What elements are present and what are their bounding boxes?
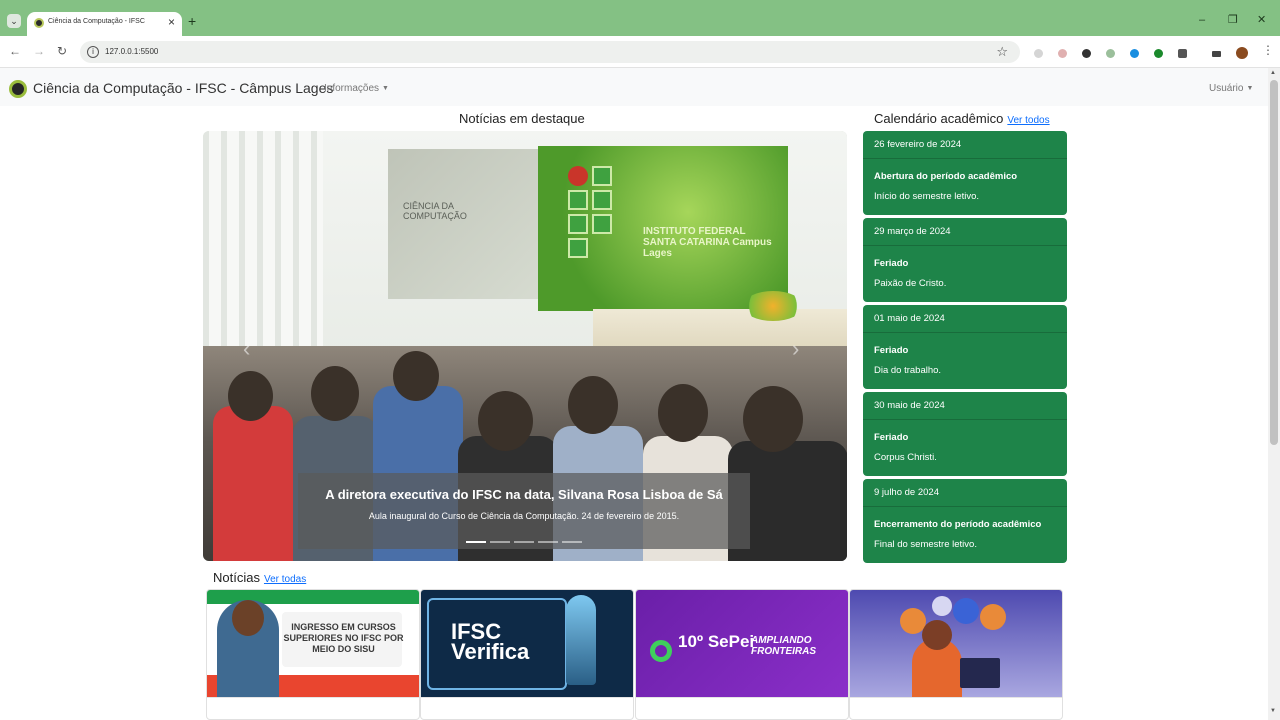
event-desc: Final do semestre letivo. (874, 539, 977, 550)
reading-list-icon[interactable] (1212, 51, 1221, 57)
slide-caption: A diretora executiva do IFSC na data, Si… (298, 473, 750, 549)
sepei-logo-icon (650, 640, 672, 662)
news-image-text: INGRESSO EM CURSOS SUPERIORES NO IFSC PO… (283, 622, 404, 654)
reload-icon[interactable]: ↻ (57, 45, 67, 57)
ifsc-logo-icon[interactable] (9, 80, 27, 98)
news-card-body (636, 697, 848, 719)
browser-toolbar: ← → ↻ i 127.0.0.1:5500 ☆ ⋮ (0, 36, 1280, 68)
news-image-text-2: AMPLIANDO FRONTEIRAS (751, 635, 816, 657)
download-icon[interactable] (1154, 49, 1163, 58)
carousel-next-icon[interactable]: › (792, 336, 799, 362)
news-image[interactable]: INGRESSO EM CURSOS SUPERIORES NO IFSC PO… (207, 590, 419, 697)
event-date: 30 maio de 2024 (874, 400, 945, 411)
tab-close-icon[interactable]: × (168, 15, 175, 29)
news-card-body (421, 697, 633, 719)
calendar-event-card[interactable]: 29 março de 2024 Feriado Paixão de Crist… (863, 218, 1067, 302)
back-icon[interactable]: ← (9, 45, 21, 57)
slide-title: A diretora executiva do IFSC na data, Si… (325, 487, 723, 502)
whatsapp-bubble-icon (980, 604, 1006, 630)
menu-usuario[interactable]: Usuário ▼ (1209, 83, 1253, 94)
carousel-indicator[interactable] (538, 541, 558, 543)
extension-icon[interactable] (1130, 49, 1139, 58)
calendar-event-card[interactable]: 9 julho de 2024 Encerramento do período … (863, 479, 1067, 563)
calendar-event-card[interactable]: 01 maio de 2024 Feriado Dia do trabalho. (863, 305, 1067, 389)
tab-favicon-icon (34, 18, 44, 28)
event-desc: Dia do trabalho. (874, 365, 942, 376)
event-desc: Paixão de Cristo. (874, 278, 947, 289)
restore-icon[interactable]: ❐ (1228, 14, 1238, 26)
event-name: Feriado (874, 432, 909, 443)
browser-tab[interactable]: Ciência da Computação - IFSC × (27, 12, 182, 36)
minimize-icon[interactable]: – (1199, 14, 1205, 26)
new-tab-icon[interactable]: + (188, 14, 196, 28)
carousel-indicator[interactable] (490, 541, 510, 543)
close-window-icon[interactable]: ✕ (1257, 14, 1266, 26)
news-card[interactable]: INGRESSO EM CURSOS SUPERIORES NO IFSC PO… (206, 589, 420, 720)
news-image-text: IFSC Verifica (451, 619, 530, 664)
photo-screen-label: INSTITUTO FEDERAL SANTA CATARINA Campus … (643, 226, 772, 259)
rocket-icon (566, 595, 596, 685)
news-card[interactable]: 10º SePei AMPLIANDO FRONTEIRAS (635, 589, 849, 720)
calendar-title: Calendário acadêmico Ver todos (874, 111, 1050, 126)
forward-icon[interactable]: → (33, 45, 45, 57)
bookmark-star-icon[interactable]: ☆ (996, 44, 1008, 60)
profile-avatar[interactable] (1236, 47, 1248, 59)
event-date: 29 março de 2024 (874, 226, 951, 237)
carousel-indicator[interactable] (466, 541, 486, 543)
scroll-thumb[interactable] (1270, 80, 1278, 445)
news-image[interactable]: IFSC Verifica (421, 590, 633, 697)
carousel-indicator[interactable] (562, 541, 582, 543)
scroll-up-icon[interactable]: ▲ (1270, 70, 1276, 76)
extension-icon[interactable] (1106, 49, 1115, 58)
event-name: Encerramento do período acadêmico (874, 519, 1042, 530)
event-date: 9 julho de 2024 (874, 487, 939, 498)
carousel-indicator[interactable] (514, 541, 534, 543)
page-scrollbar[interactable]: ▲ ▼ (1268, 68, 1280, 720)
event-desc: Início do semestre letivo. (874, 191, 980, 202)
news-card-body (207, 697, 419, 719)
news-see-all-link[interactable]: Ver todas (264, 574, 306, 585)
scroll-down-icon[interactable]: ▼ (1270, 708, 1276, 714)
news-card-body (850, 697, 1062, 719)
phone-bubble-icon (953, 598, 979, 624)
event-name: Abertura do período acadêmico (874, 171, 1018, 182)
site-info-icon[interactable]: i (87, 46, 99, 58)
extensions-puzzle-icon[interactable] (1178, 49, 1187, 58)
calendar-see-all-link[interactable]: Ver todos (1007, 115, 1049, 126)
question-bubble-icon (932, 596, 952, 616)
calendar-event-card[interactable]: 26 fevereiro de 2024 Abertura do período… (863, 131, 1067, 215)
address-bar[interactable]: i 127.0.0.1:5500 ☆ (80, 41, 1020, 63)
calendar-event-card[interactable]: 30 maio de 2024 Feriado Corpus Christi. (863, 392, 1067, 476)
tab-title: Ciência da Computação - IFSC (48, 18, 145, 25)
tab-search-icon[interactable]: ⌄ (7, 14, 21, 28)
featured-title: Notícias em destaque (459, 111, 585, 126)
event-date: 26 fevereiro de 2024 (874, 139, 962, 150)
address-url[interactable]: 127.0.0.1:5500 (105, 47, 158, 56)
browser-tab-strip: ⌄ Ciência da Computação - IFSC × + – ❐ ✕ (0, 0, 1280, 36)
extension-icon[interactable] (1058, 49, 1067, 58)
slide-subtitle: Aula inaugural do Curso de Ciência da Co… (368, 511, 680, 521)
site-brand[interactable]: Ciência da Computação - IFSC - Câmpus La… (33, 80, 333, 96)
browser-menu-icon[interactable]: ⋮ (1262, 44, 1274, 56)
event-name: Feriado (874, 258, 909, 269)
site-navbar: Ciência da Computação - IFSC - Câmpus La… (0, 68, 1268, 106)
news-image-text: 10º SePei (678, 632, 755, 651)
news-image[interactable]: 10º SePei AMPLIANDO FRONTEIRAS (636, 590, 848, 697)
news-image[interactable] (850, 590, 1062, 697)
caret-down-icon: ▼ (1246, 85, 1254, 92)
news-card[interactable]: IFSC Verifica (420, 589, 634, 720)
extension-icon[interactable] (1082, 49, 1091, 58)
caret-down-icon: ▼ (382, 85, 389, 92)
carousel-prev-icon[interactable]: ‹ (243, 336, 250, 362)
photo-screen-text: CIÊNCIA DA COMPUTAÇÃO (403, 201, 467, 221)
event-name: Feriado (874, 345, 909, 356)
event-date: 01 maio de 2024 (874, 313, 945, 324)
extension-icon[interactable] (1034, 49, 1043, 58)
menu-informacoes[interactable]: Informações ▼ (324, 83, 389, 94)
event-desc: Corpus Christi. (874, 452, 937, 463)
featured-carousel[interactable]: CIÊNCIA DA COMPUTAÇÃO INSTITUTO FEDERAL … (203, 131, 847, 561)
news-title: Notícias Ver todas (213, 570, 307, 585)
news-card[interactable] (849, 589, 1063, 720)
